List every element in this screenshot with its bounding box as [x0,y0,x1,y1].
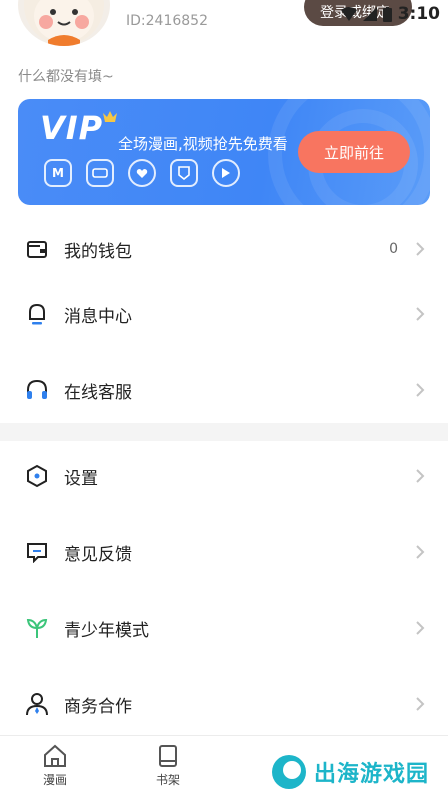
watermark: 出海游戏园 [270,750,430,794]
bell-icon [24,301,50,327]
watermark-logo-icon [272,755,306,789]
wallet-icon [24,236,50,262]
house-icon [44,744,66,767]
status-bar: 3:10 [340,4,440,24]
battery-icon [382,6,392,22]
menu-label: 在线客服 [64,382,132,403]
user-signature: 什么都没有填~ [18,69,114,85]
play-icon [212,159,240,187]
menu-item-messages[interactable]: 消息中心 [0,289,448,339]
person-tie-icon [24,691,50,717]
menu-item-wallet[interactable]: 我的钱包 0 [0,224,448,274]
chevron-right-icon [416,697,425,711]
nav-tab-label: 漫画 [42,773,67,787]
menu-label: 我的钱包 [64,241,132,262]
vip-slogan: 全场漫画,视频抢先免费看 [118,135,288,153]
vip-go-button[interactable]: 立即前往 [298,131,410,173]
chevron-right-icon [416,621,425,635]
vip-perk-icons: M [44,159,240,187]
signal-icon [362,7,377,21]
feedback-icon [24,539,50,565]
menu-item-business[interactable]: 商务合作 [0,679,448,729]
hexagon-settings-icon [24,463,50,489]
menu-label: 商务合作 [64,696,132,717]
menu-label: 青少年模式 [64,620,149,641]
nav-tab-bookshelf[interactable]: 书架 [138,744,198,788]
watermark-text: 出海游戏园 [314,762,430,787]
chevron-right-icon [416,307,425,321]
menu-item-support[interactable]: 在线客服 [0,365,448,415]
comic-icon: M [44,159,72,187]
user-id: ID:2416852 [126,13,208,29]
menu-item-teen-mode[interactable]: 青少年模式 [0,603,448,653]
headset-icon [24,377,50,403]
vip-logo: VIP [40,109,104,147]
menu-label: 意见反馈 [64,544,132,565]
wallet-balance: 0 [389,241,398,257]
vip-banner[interactable]: VIP 全场漫画,视频抢先免费看 M 立即前往 [18,99,430,205]
nav-tab-comics[interactable]: 漫画 [25,744,85,788]
badge-icon [170,159,198,187]
sprout-icon [24,615,50,641]
book-icon [159,745,177,767]
chevron-right-icon [416,383,425,397]
clock: 3:10 [397,4,440,24]
crown-icon [103,111,117,122]
video-ad-icon [86,159,114,187]
nav-tab-label: 书架 [155,773,180,787]
user-avatar[interactable] [18,0,110,46]
wifi-icon [340,7,357,21]
heart-icon [128,159,156,187]
menu-item-feedback[interactable]: 意见反馈 [0,527,448,577]
menu-label: 消息中心 [64,306,132,327]
chevron-right-icon [416,545,425,559]
chevron-right-icon [416,469,425,483]
section-divider [0,423,448,441]
chevron-right-icon [416,242,425,256]
menu-item-settings[interactable]: 设置 [0,451,448,501]
menu-label: 设置 [64,468,98,489]
